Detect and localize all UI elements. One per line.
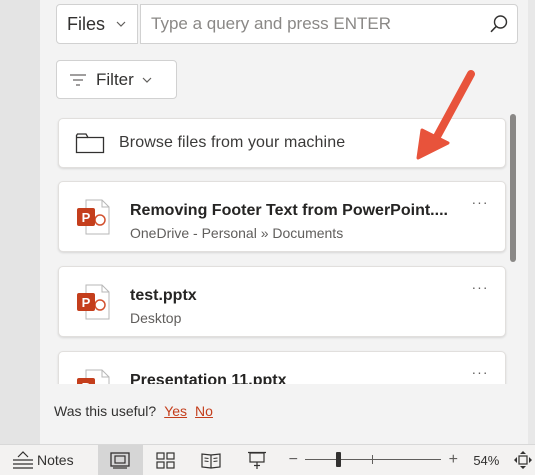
filter-button[interactable]: Filter — [56, 60, 177, 99]
normal-view-button[interactable] — [97, 445, 144, 475]
zoom-control: − + 54% — [285, 445, 501, 475]
file-result[interactable]: P Removing Footer Text from PowerPoint..… — [58, 181, 506, 252]
powerpoint-file-icon: P — [77, 369, 110, 384]
reading-view-button[interactable] — [188, 445, 233, 475]
more-options-button[interactable]: ··· — [467, 194, 493, 210]
svg-text:P: P — [82, 295, 91, 310]
file-name: test.pptx — [130, 287, 197, 304]
zoom-slider-thumb[interactable] — [336, 452, 342, 467]
notes-label: Notes — [37, 452, 74, 468]
file-location: OneDrive - Personal » Documents — [130, 225, 344, 241]
file-name: Removing Footer Text from PowerPoint.... — [130, 202, 448, 219]
zoom-midpoint-tick — [372, 455, 374, 464]
zoom-out-button[interactable]: − — [285, 451, 301, 469]
slide-sorter-icon — [156, 451, 175, 469]
feedback-row: Was this useful? Yes No — [54, 403, 213, 419]
feedback-question: Was this useful? — [54, 403, 157, 419]
fit-to-window-icon — [514, 451, 533, 469]
search-scope-label: Files — [67, 13, 106, 34]
feedback-yes-link[interactable]: Yes — [164, 403, 187, 419]
search-icon[interactable] — [481, 5, 517, 43]
more-options-button[interactable]: ··· — [467, 364, 493, 380]
file-location: Desktop — [130, 310, 182, 326]
zoom-slider[interactable] — [305, 450, 442, 470]
more-options-button[interactable]: ··· — [467, 279, 493, 295]
search-box — [140, 4, 518, 44]
browse-files-label: Browse files from your machine — [119, 134, 346, 151]
file-result[interactable]: P test.pptx Desktop ··· — [58, 266, 506, 337]
notes-icon — [13, 451, 33, 469]
left-edge — [0, 0, 40, 444]
notes-button[interactable]: Notes — [0, 445, 84, 475]
folder-icon — [75, 133, 105, 154]
search-scope-dropdown[interactable]: Files — [56, 4, 138, 44]
file-result[interactable]: P Presentation 11.pptx ··· — [58, 351, 506, 384]
powerpoint-file-icon: P — [77, 284, 110, 320]
svg-text:P: P — [82, 380, 91, 384]
normal-view-icon — [110, 451, 130, 469]
file-name: Presentation 11.pptx — [130, 372, 287, 384]
right-edge — [528, 0, 535, 444]
slide-sorter-button[interactable] — [143, 445, 188, 475]
filter-icon — [70, 73, 86, 86]
zoom-track — [305, 459, 442, 460]
chevron-down-icon — [142, 77, 152, 83]
powerpoint-file-icon: P — [77, 199, 110, 235]
list-scrollbar[interactable] — [510, 114, 516, 262]
slide-show-button[interactable] — [234, 445, 279, 475]
slide-show-icon — [247, 451, 266, 469]
fit-to-window-button[interactable] — [511, 448, 535, 472]
search-input[interactable] — [141, 5, 481, 43]
zoom-percentage[interactable]: 54% — [473, 453, 501, 468]
annotation-arrow-icon — [416, 70, 475, 160]
reading-view-icon — [201, 452, 221, 469]
zoom-in-button[interactable]: + — [445, 451, 461, 469]
filter-label: Filter — [96, 69, 134, 89]
svg-text:P: P — [82, 210, 91, 225]
status-bar: Notes − + 54% — [0, 444, 535, 475]
chevron-down-icon — [116, 21, 126, 27]
feedback-no-link[interactable]: No — [195, 403, 213, 419]
